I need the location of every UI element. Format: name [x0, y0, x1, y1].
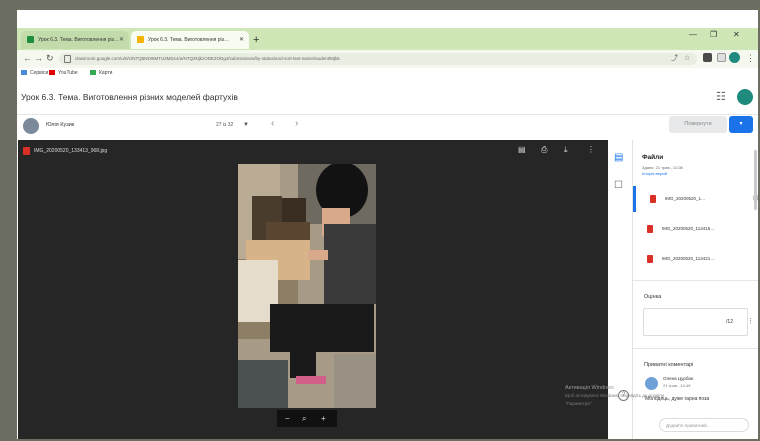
url-text: classroom.google.com/u/0/c/NTQ5NDI5MTU2M… — [75, 56, 340, 61]
comment-icon[interactable]: ▤ — [518, 145, 526, 154]
return-button[interactable]: Повернути — [669, 116, 727, 133]
maps-icon — [90, 70, 96, 76]
new-tab-icon[interactable]: + — [253, 31, 259, 49]
close-tab-icon[interactable]: ✕ — [239, 31, 244, 49]
browser-tab-2-title: Урок 6.3. Тема. Виготовлення різ… — [148, 37, 229, 43]
file-name: IMG_20200520_113415… — [662, 226, 715, 231]
download-icon[interactable]: ⤓ — [564, 145, 568, 155]
file-name: IMG_20200520_1… — [665, 196, 706, 201]
image-file-icon — [23, 147, 30, 155]
return-dropdown-button[interactable]: ▾ — [729, 116, 753, 133]
share-icon[interactable]: ⤴ — [671, 53, 678, 65]
divider — [17, 114, 758, 115]
extension-icon[interactable] — [717, 53, 726, 62]
lock-icon — [64, 55, 71, 63]
private-comment-input[interactable]: Додайте приватний… — [659, 418, 749, 432]
image-file-icon — [650, 195, 656, 203]
classroom-favicon-icon — [137, 36, 144, 44]
files-heading: Файли — [642, 154, 664, 161]
commenter-name: Олена Цурбан — [663, 376, 694, 381]
browser-tab-1[interactable]: Урок 6.3. Тема. Виготовлення різ… ✕ — [21, 31, 129, 49]
forward-icon[interactable]: → — [34, 53, 43, 63]
zoom-out-button[interactable]: − — [285, 410, 290, 427]
tab-strip: Урок 6.3. Тема. Виготовлення різ… ✕ Урок… — [17, 28, 758, 50]
watermark-line-2: Щоб активувати Windows, перейдіть до роз… — [565, 393, 665, 398]
zoom-in-button[interactable]: + — [321, 410, 326, 427]
grade-max: /12 — [726, 319, 733, 325]
divider — [633, 348, 758, 349]
maximize-icon[interactable]: ❐ — [710, 30, 717, 39]
rubric-tab-icon[interactable]: ☐ — [614, 180, 623, 191]
file-name: IMG_20200520_113421… — [662, 256, 715, 261]
submitted-time: Здано: 21 трав., 11:08 — [642, 165, 683, 170]
watermark-line-1: Активація Windows — [565, 385, 614, 391]
divider — [633, 280, 758, 281]
browser-tab-2[interactable]: Урок 6.3. Тема. Виготовлення різ… ✕ — [131, 31, 249, 49]
youtube-icon — [49, 70, 55, 76]
minimize-icon[interactable]: — — [689, 30, 697, 39]
classroom-favicon-icon — [27, 36, 34, 44]
student-counter: 27 із 32 — [216, 122, 234, 128]
address-bar: ← → ↻ classroom.google.com/u/0/c/NTQ5NDI… — [17, 50, 758, 69]
bookmark-item[interactable]: YouTube — [49, 70, 78, 76]
screenshot: Урок 6.3. Тема. Виготовлення різ… ✕ Урок… — [17, 10, 758, 439]
print-icon[interactable]: ⎙ — [541, 145, 547, 155]
version-history-link[interactable]: Історія версій — [642, 171, 667, 176]
avatar[interactable] — [737, 89, 753, 105]
file-item[interactable]: IMG_20200520_1… ⊞ — [633, 186, 758, 212]
private-comments-heading: Приватні коментарі — [644, 362, 694, 368]
watermark-line-3: "Параметри". — [565, 401, 593, 406]
file-item[interactable]: IMG_20200520_113415… — [633, 216, 758, 242]
close-window-icon[interactable]: ✕ — [733, 30, 740, 39]
more-options-icon[interactable]: ⋮ — [587, 145, 595, 154]
grade-input[interactable]: /12 — [643, 308, 748, 336]
student-name[interactable]: Юлія Кузик — [46, 120, 74, 130]
grade-more-icon[interactable]: ⋮ — [747, 317, 754, 325]
apps-icon — [21, 70, 27, 76]
files-tab-icon[interactable]: ▤ — [614, 152, 623, 163]
bookmark-item[interactable]: Карти — [90, 70, 112, 76]
menu-kebab-icon[interactable]: ⋮ — [746, 53, 755, 64]
bookmark-label: Карти — [99, 70, 113, 76]
file-viewer: IMG_20200520_133413_968.jpg ▤ ⎙ ⤓ ⋮ − ⌕ … — [18, 140, 608, 439]
file-item[interactable]: IMG_20200520_113421… — [633, 246, 758, 272]
windows-activation-watermark: Активація Windows Щоб активувати Windows… — [565, 384, 664, 408]
photo-illustration — [238, 164, 376, 408]
next-student-icon[interactable]: › — [295, 118, 298, 129]
browser-profile-icon[interactable] — [729, 52, 740, 63]
student-avatar — [23, 118, 39, 134]
page-title: Урок 6.3. Тема. Виготовлення різних моде… — [21, 92, 238, 102]
bookmarks-bar: Сервіси YouTube Карти — [17, 68, 758, 80]
extension-icon[interactable] — [703, 53, 712, 62]
back-icon[interactable]: ← — [23, 53, 32, 63]
magnifier-icon[interactable]: ⌕ — [302, 410, 306, 427]
bookmark-label: YouTube — [58, 70, 78, 76]
browser-tab-1-title: Урок 6.3. Тема. Виготовлення різ… — [38, 37, 119, 43]
url-field[interactable]: classroom.google.com/u/0/c/NTQ5NDI5MTU2M… — [59, 53, 697, 65]
scrollbar[interactable] — [754, 150, 757, 210]
chevron-down-icon[interactable]: ▼ — [243, 120, 249, 130]
apps-grid-icon[interactable]: ☷ — [716, 90, 726, 103]
zoom-controls: − ⌕ + — [277, 410, 337, 427]
reload-icon[interactable]: ↻ — [46, 53, 54, 64]
close-tab-icon[interactable]: ✕ — [119, 31, 124, 49]
previous-student-icon[interactable]: ‹ — [271, 118, 274, 129]
viewer-toolbar: IMG_20200520_133413_968.jpg ▤ ⎙ ⤓ ⋮ — [18, 140, 608, 162]
viewer-filename: IMG_20200520_133413_968.jpg — [34, 148, 108, 154]
image-file-icon — [647, 255, 653, 263]
bookmark-label: Сервіси — [30, 70, 49, 76]
bookmark-star-icon[interactable]: ☆ — [684, 53, 690, 65]
submitted-photo — [238, 164, 376, 408]
grade-heading: Оцінка — [644, 294, 662, 300]
bookmark-item[interactable]: Сервіси — [21, 70, 48, 76]
comment-date: 21 трав., 14:49 — [663, 383, 691, 388]
image-file-icon — [647, 225, 653, 233]
